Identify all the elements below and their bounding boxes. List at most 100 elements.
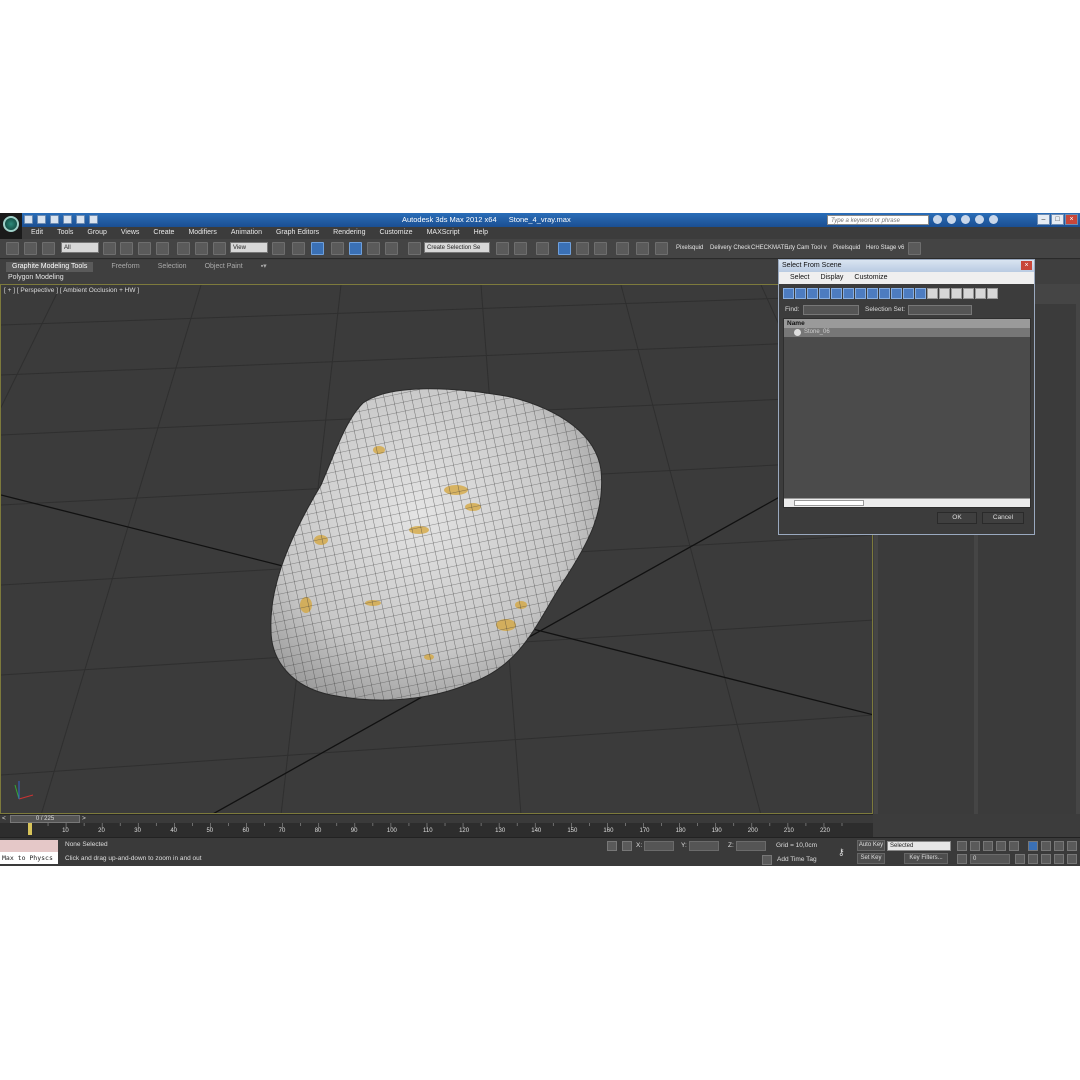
dialog-menu-customize[interactable]: Customize [849,272,893,284]
display-helpers-icon[interactable] [831,288,842,299]
display-frozen-icon[interactable] [903,288,914,299]
lock-selection-icon[interactable] [607,841,617,851]
time-slider-next-icon[interactable]: > [82,815,86,822]
minimize-button[interactable]: – [1037,214,1050,225]
time-slider-prev-icon[interactable]: < [2,815,6,822]
display-none-icon[interactable] [939,288,950,299]
menu-help[interactable]: Help [467,227,495,238]
time-configuration-icon[interactable] [1015,854,1025,864]
maxscript-mini-listener-top[interactable] [0,840,58,852]
ribbon-panel-polygon-modeling[interactable]: Polygon Modeling [8,274,64,281]
key-filters-button[interactable]: Key Filters... [904,853,948,864]
auto-key-button[interactable]: Auto Key [857,840,885,851]
orbit-icon[interactable] [1054,854,1064,864]
field-of-view-icon[interactable] [1028,854,1038,864]
y-coordinate-field[interactable] [689,841,719,851]
render-production-icon[interactable] [655,242,668,255]
list-item[interactable]: Stone_06 [784,328,1030,337]
display-space-warps-icon[interactable] [843,288,854,299]
subscription-icon[interactable] [947,215,956,224]
zoom-extents-all-icon[interactable] [1067,841,1077,851]
save-file-icon[interactable] [50,215,59,224]
set-key-button[interactable]: Set Key [857,853,885,864]
play-icon[interactable] [983,841,993,851]
keyboard-shortcut-override-icon[interactable] [311,242,324,255]
display-geometry-icon[interactable] [783,288,794,299]
open-file-icon[interactable] [37,215,46,224]
add-time-tag[interactable]: Add Time Tag [777,856,817,863]
tab-freeform[interactable]: Freeform [111,262,157,272]
bind-space-warp-icon[interactable] [42,242,55,255]
filter-icon[interactable] [975,288,986,299]
time-tag-icon[interactable] [762,855,772,865]
percent-snap-icon[interactable] [367,242,380,255]
display-hidden-icon[interactable] [915,288,926,299]
previous-frame-icon[interactable] [970,841,980,851]
display-containers-icon[interactable] [891,288,902,299]
sync-selection-icon[interactable] [963,288,974,299]
perspective-viewport[interactable]: [ + ] [ Perspective ] [ Ambient Occlusio… [0,284,873,814]
name-column-header[interactable]: Name [784,319,1030,328]
cancel-button[interactable]: Cancel [982,512,1024,524]
menu-rendering[interactable]: Rendering [326,227,372,238]
menu-create[interactable]: Create [146,227,181,238]
mirror-icon[interactable] [496,242,509,255]
communication-icon[interactable] [961,215,970,224]
maximize-button[interactable]: □ [1051,214,1064,225]
reference-coord-dropdown[interactable]: View [230,242,268,253]
layer-manager-icon[interactable] [536,242,549,255]
select-object-icon[interactable] [103,242,116,255]
plugin-cam-tool[interactable]: uty Cam Tool v [787,245,827,251]
angle-snap-icon[interactable] [349,242,362,255]
scene-object-list[interactable]: Name Stone_06 [783,318,1031,508]
dialog-close-button[interactable]: × [1021,261,1032,270]
new-file-icon[interactable] [24,215,33,224]
menu-group[interactable]: Group [80,227,113,238]
edit-named-selection-icon[interactable] [408,242,421,255]
maximize-viewport-icon[interactable] [1067,854,1077,864]
plugin-delivery-check[interactable]: Delivery Check [710,245,750,251]
link-icon[interactable] [6,242,19,255]
display-groups-icon[interactable] [855,288,866,299]
dialog-menu-select[interactable]: Select [785,272,815,284]
key-icon[interactable]: ⚷ [838,847,845,858]
plugin-hero-stage[interactable]: Hero Stage v6 [866,245,904,251]
plugin-pixelsquid[interactable]: Pixelsquid [676,245,703,251]
curve-editor-icon[interactable] [576,242,589,255]
tab-graphite-modeling-tools[interactable]: Graphite Modeling Tools [6,262,94,272]
track-bar[interactable]: 10 20 30 40 50 60 70 80 90 100 110 120 130 140 150 160 1… [0,823,873,837]
plugin-pixelsquid-2[interactable]: Pixelsquid [833,245,860,251]
zoom-extents-icon[interactable] [1054,841,1064,851]
material-editor-icon[interactable] [616,242,629,255]
tab-selection[interactable]: Selection [158,262,205,272]
viewport-label[interactable]: [ + ] [ Perspective ] [ Ambient Occlusio… [4,287,139,294]
maxscript-mini-listener-input[interactable]: Max to Physcs [0,852,58,864]
pivot-center-icon[interactable] [272,242,285,255]
project-folder-icon[interactable] [89,215,98,224]
display-bones-icon[interactable] [879,288,890,299]
render-setup-icon[interactable] [636,242,649,255]
dialog-menu-display[interactable]: Display [815,272,849,284]
go-to-start-icon[interactable] [957,841,967,851]
current-frame-spinner[interactable]: 0 [970,854,1010,864]
display-all-icon[interactable] [927,288,938,299]
help-icon[interactable] [989,215,998,224]
filter-options-icon[interactable] [987,288,998,299]
menu-animation[interactable]: Animation [224,227,269,238]
selection-set-dropdown[interactable] [908,305,972,315]
close-button[interactable]: × [1065,214,1078,225]
selection-filter-dropdown[interactable]: All [61,242,99,253]
time-slider[interactable]: < 0 / 225 > [0,814,873,823]
display-xrefs-icon[interactable] [867,288,878,299]
app-logo-icon[interactable] [0,213,22,241]
snaps-toggle-icon[interactable] [331,242,344,255]
go-to-end-icon[interactable] [1009,841,1019,851]
graphite-toggle-icon[interactable] [558,242,571,255]
horizontal-scrollbar[interactable] [784,498,1030,507]
zoom-icon[interactable] [1028,841,1038,851]
rect-selection-icon[interactable] [138,242,151,255]
schematic-view-icon[interactable] [594,242,607,255]
tab-object-paint[interactable]: Object Paint [205,262,261,272]
menu-graph-editors[interactable]: Graph Editors [269,227,326,238]
named-selection-dropdown[interactable]: Create Selection Se [424,242,490,253]
